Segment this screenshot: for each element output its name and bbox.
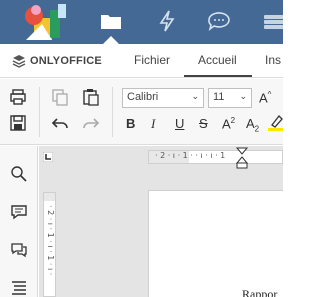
underline-button[interactable]: U — [175, 116, 184, 131]
font-size-value: 11 — [213, 91, 225, 103]
increase-font-mark: ^ — [267, 90, 272, 99]
vertical-ruler[interactable]: · 2 · ı · 1 · ı · 1 · ı · — [43, 192, 56, 297]
subscript-button[interactable]: A2 — [246, 116, 259, 134]
paste-icon[interactable] — [82, 88, 100, 106]
highlight-icon[interactable] — [268, 113, 283, 131]
document-text[interactable]: Rappor — [242, 287, 277, 297]
brand: ONLYOFFICE — [12, 53, 102, 69]
ruler-ticks: · 2 · ı · 1 · · ı · ı · 1 — [155, 151, 226, 160]
folder-icon[interactable] — [98, 8, 124, 34]
tab-fichier[interactable]: Fichier — [134, 53, 170, 67]
stack-icon[interactable] — [262, 8, 283, 34]
ruler-margin-shade — [44, 193, 55, 201]
left-sidebar — [0, 146, 38, 297]
subscript-glyph: A — [246, 116, 255, 131]
italic-button[interactable]: I — [151, 116, 155, 132]
superscript-mark: 2 — [230, 116, 236, 125]
font-name-value: Calibri — [127, 91, 159, 103]
tab-insertion[interactable]: Ins — [265, 53, 281, 67]
save-icon[interactable] — [9, 114, 27, 132]
tab-stop-selector-icon[interactable] — [43, 152, 53, 162]
increase-font-glyph: A — [259, 90, 268, 106]
undo-icon[interactable] — [51, 114, 69, 132]
increase-font-button[interactable]: A^ — [259, 90, 271, 105]
home-toolbar: Calibri ⌄ 11 ⌄ A^ B I U S A2 A2 — [0, 79, 283, 145]
chevron-down-icon: ⌄ — [191, 91, 199, 101]
strikethrough-button[interactable]: S — [199, 116, 208, 131]
font-size-select[interactable]: 11 ⌄ — [208, 88, 252, 108]
brand-name: ONLYOFFICE — [30, 55, 102, 67]
active-nav-indicator — [103, 36, 119, 44]
tab-accueil[interactable]: Accueil — [198, 53, 237, 67]
search-icon[interactable] — [10, 165, 28, 183]
app-logo-icon — [25, 4, 66, 40]
comment-icon[interactable] — [10, 203, 28, 221]
ruler-ticks: · 2 · ı · 1 · ı · 1 · ı · — [46, 205, 55, 276]
copy-icon[interactable] — [51, 88, 69, 106]
active-tab-underline — [184, 75, 252, 77]
redo-icon[interactable] — [82, 114, 100, 132]
horizontal-ruler[interactable]: · 2 · ı · 1 · · ı · ı · 1 — [148, 150, 283, 164]
navigation-icon[interactable] — [10, 279, 28, 297]
chat-bubble-icon[interactable] — [206, 8, 232, 34]
document-page[interactable]: Rappor — [148, 190, 283, 297]
indent-marker-icon[interactable] — [236, 147, 248, 169]
tabs-bar: ONLYOFFICE Fichier Accueil Ins — [0, 44, 283, 78]
toolbar-separator — [39, 87, 40, 137]
lightning-icon[interactable] — [154, 8, 180, 34]
chevron-down-icon: ⌄ — [239, 91, 247, 101]
superscript-glyph: A — [222, 116, 231, 132]
superscript-button[interactable]: A2 — [222, 116, 235, 131]
bold-button[interactable]: B — [126, 116, 135, 131]
subscript-mark: 2 — [254, 124, 260, 134]
onlyoffice-logo-icon — [12, 55, 26, 68]
app-window: ONLYOFFICE Fichier Accueil Ins Calibri ⌄… — [0, 0, 283, 297]
chat-icon[interactable] — [10, 241, 28, 259]
print-icon[interactable] — [9, 88, 27, 106]
toolbar-separator — [112, 87, 113, 137]
top-nav-bar — [0, 0, 283, 44]
document-canvas[interactable]: · 2 · ı · 1 · · ı · ı · 1 · 2 · ı · 1 · … — [39, 146, 283, 297]
font-name-select[interactable]: Calibri ⌄ — [122, 88, 204, 108]
